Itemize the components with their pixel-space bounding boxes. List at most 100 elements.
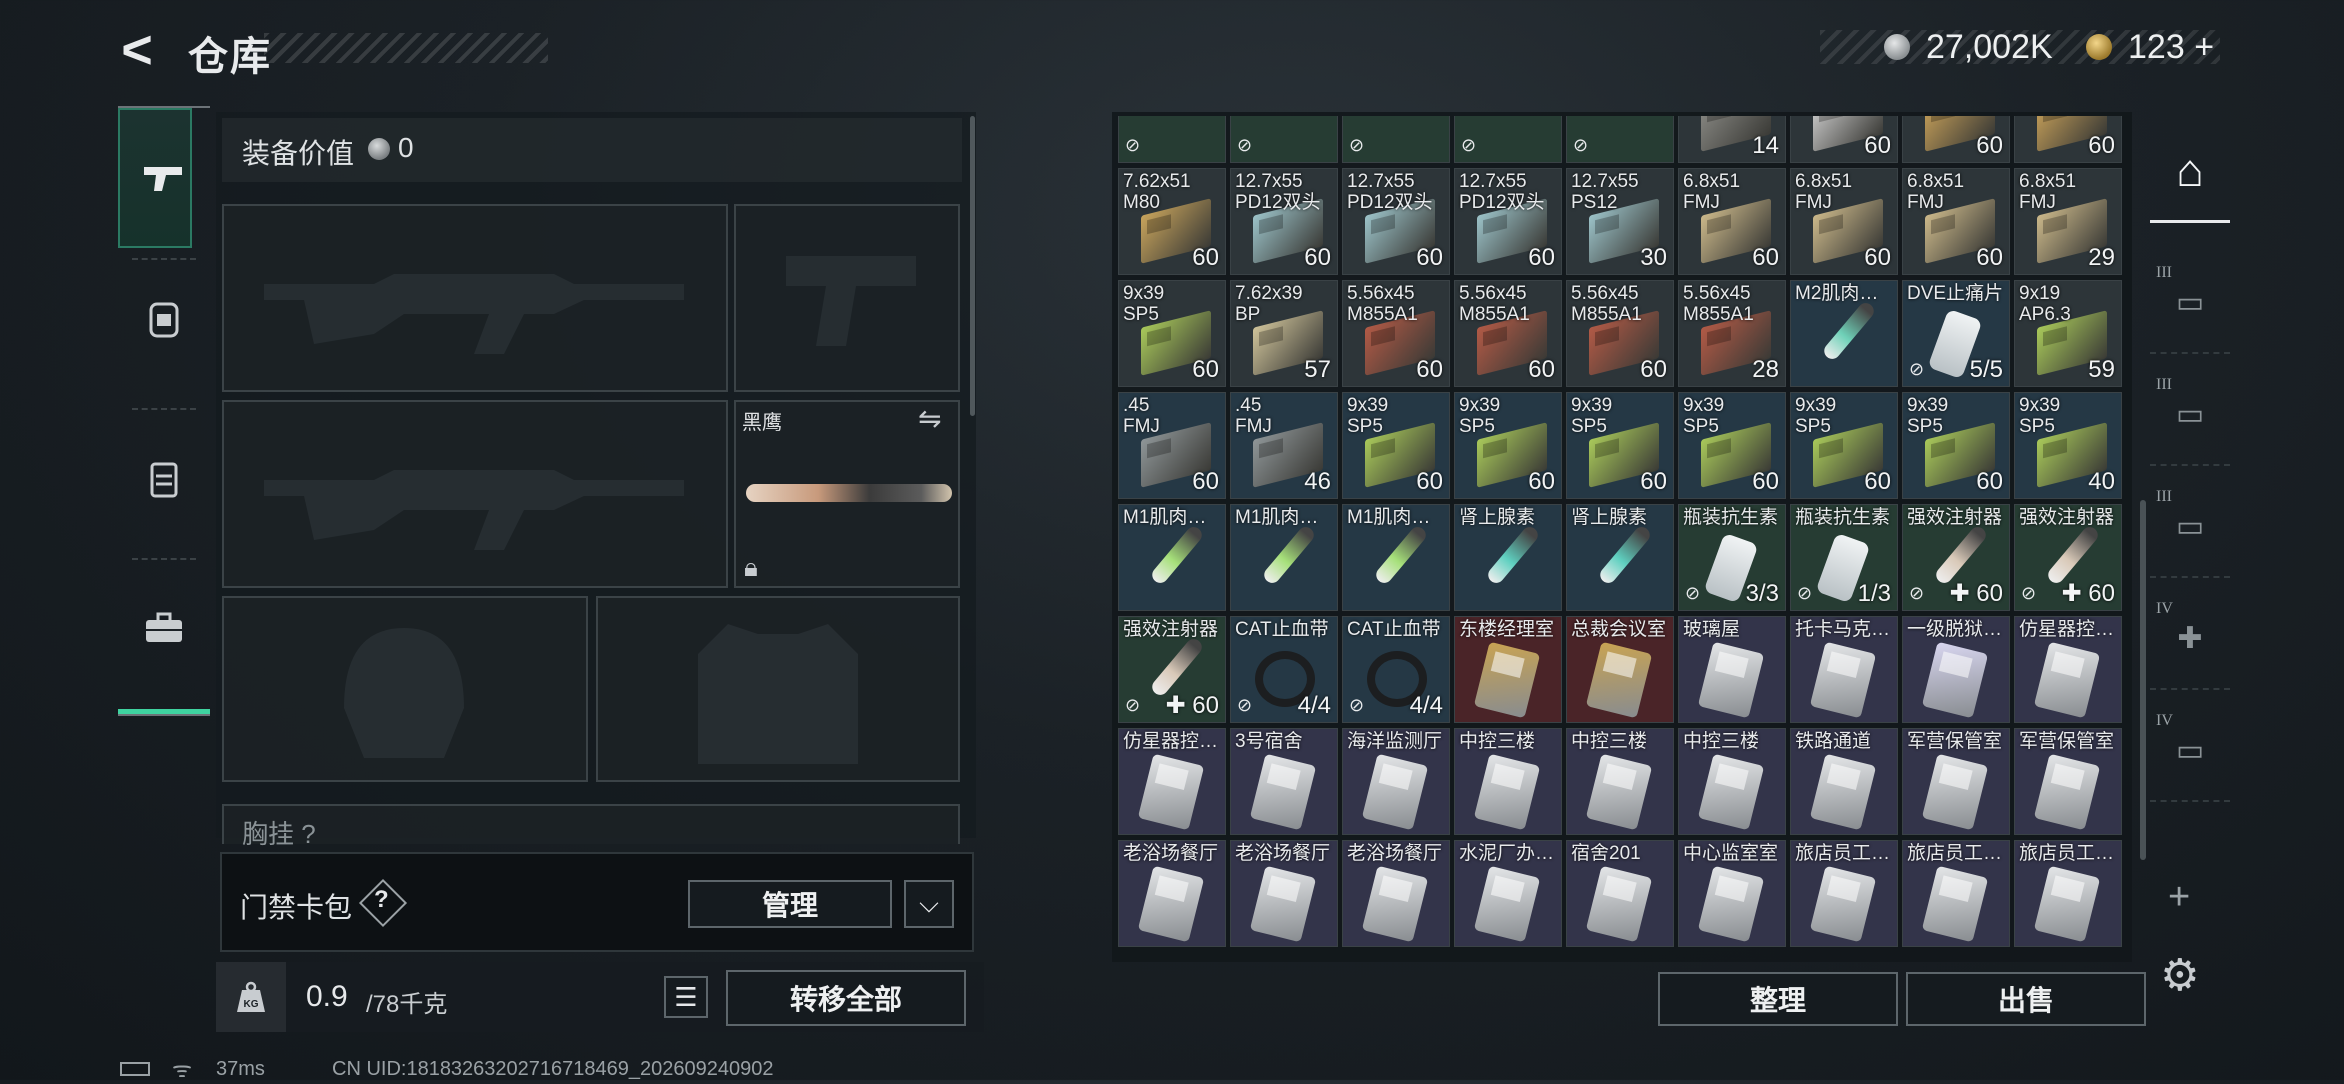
storage-item[interactable]: 强效注射器 ✚ 60 ⊘ (1902, 504, 2010, 611)
storage-item[interactable]: 强效注射器 ✚ 60 ⊘ (1118, 616, 1226, 723)
storage-item[interactable]: 9x39 SP5 60 (1678, 392, 1786, 499)
storage-item[interactable]: 中控三楼 (1678, 728, 1786, 835)
storage-item[interactable]: 托卡马克… (1790, 616, 1898, 723)
storage-item[interactable]: ⊘ (1566, 116, 1674, 163)
storage-item[interactable]: 东楼经理室 (1454, 616, 1562, 723)
storage-item[interactable]: 9x19 AP6.3 59 (2014, 280, 2122, 387)
equipment-scrollbar[interactable] (970, 116, 975, 416)
add-storage-icon[interactable]: + (2168, 876, 2190, 919)
storage-item[interactable]: 总裁会议室 (1566, 616, 1674, 723)
storage-item[interactable]: 14 (1678, 116, 1786, 163)
storage-item[interactable]: ⊘ (1230, 116, 1338, 163)
storage-item[interactable]: 军营保管室 (1902, 728, 2010, 835)
helmet-slot[interactable] (222, 596, 588, 782)
storage-item[interactable]: 3号宿舍 (1230, 728, 1338, 835)
storage-item[interactable]: 9x39 SP5 40 (2014, 392, 2122, 499)
armor-slot[interactable] (596, 596, 960, 782)
storage-item[interactable]: 海洋监测厅 (1342, 728, 1450, 835)
sell-button[interactable]: 出售 (1906, 972, 2146, 1026)
storage-item[interactable]: 老浴场餐厅 (1118, 840, 1226, 947)
chest-help-icon[interactable]: ? (301, 819, 315, 849)
storage-item[interactable]: 旅店员工… (2014, 840, 2122, 947)
storage-item[interactable]: 军营保管室 (2014, 728, 2122, 835)
backpack-icon[interactable] (118, 268, 210, 368)
storage-item[interactable]: 12.7x55 PD12双头 60 (1230, 168, 1338, 275)
storage-item[interactable]: 老浴场餐厅 (1342, 840, 1450, 947)
chevron-down-icon[interactable]: ⌵ (904, 880, 954, 928)
manage-button[interactable]: 管理 (688, 880, 892, 928)
storage-item[interactable]: M1肌肉… (1342, 504, 1450, 611)
vest-icon[interactable] (118, 428, 210, 528)
weapon-crate-icon[interactable]: III ▭ (2150, 252, 2230, 354)
storage-item[interactable]: 仿星器控… (2014, 616, 2122, 723)
storage-item[interactable]: ⊘ (1342, 116, 1450, 163)
storage-item[interactable]: 老浴场餐厅 (1230, 840, 1338, 947)
primary-weapon-slot[interactable] (222, 204, 728, 392)
storage-item[interactable]: 9x39 SP5 60 (1902, 392, 2010, 499)
storage-item[interactable]: 60 (2014, 116, 2122, 163)
storage-item[interactable]: 瓶装抗生素 3/3 ⊘ (1678, 504, 1786, 611)
storage-item[interactable]: 旅店员工… (1902, 840, 2010, 947)
medical-crate-icon[interactable]: IV ✚ (2150, 588, 2230, 690)
storage-item[interactable]: 6.8x51 FMJ 60 (1902, 168, 2010, 275)
storage-item[interactable]: M2肌肉… (1790, 280, 1898, 387)
storage-item[interactable]: M1肌肉… (1118, 504, 1226, 611)
storage-item[interactable]: M1肌肉… (1230, 504, 1338, 611)
storage-item[interactable]: 中控三楼 (1566, 728, 1674, 835)
storage-item[interactable]: ⊘ (1454, 116, 1562, 163)
storage-item[interactable]: 肾上腺素 (1454, 504, 1562, 611)
storage-item[interactable]: 9x39 SP5 60 (1454, 392, 1562, 499)
primary-weapon-slot-2[interactable] (222, 400, 728, 588)
storage-item[interactable]: .45 FMJ 60 (1118, 392, 1226, 499)
storage-item[interactable]: 肾上腺素 (1566, 504, 1674, 611)
swap-icon[interactable]: ⇋ (918, 402, 941, 435)
storage-icon[interactable]: ⌂ (2150, 120, 2230, 223)
storage-item[interactable]: 5.56x45 M855A1 60 (1566, 280, 1674, 387)
storage-item[interactable]: CAT止血带 4/4 ⊘ (1230, 616, 1338, 723)
storage-item[interactable]: 仿星器控… (1118, 728, 1226, 835)
storage-item[interactable]: .45 FMJ 46 (1230, 392, 1338, 499)
gold-balance[interactable]: 123 + (2128, 28, 2214, 67)
storage-item[interactable]: 6.8x51 FMJ 60 (1790, 168, 1898, 275)
storage-item[interactable]: 旅店员工… (1790, 840, 1898, 947)
storage-item[interactable]: 60 (1902, 116, 2010, 163)
storage-item[interactable]: 9x39 SP5 60 (1566, 392, 1674, 499)
storage-item[interactable]: 9x39 SP5 60 (1118, 280, 1226, 387)
back-arrow-icon[interactable]: < (112, 20, 162, 80)
storage-item[interactable]: DVE止痛片 5/5 ⊘ (1902, 280, 2010, 387)
storage-item[interactable]: 铁路通道 (1790, 728, 1898, 835)
list-icon[interactable]: ☰ (664, 976, 708, 1018)
storage-item[interactable]: 玻璃屋 (1678, 616, 1786, 723)
supply-crate-icon[interactable]: III ▭ (2150, 476, 2230, 578)
storage-item[interactable]: 60 (1790, 116, 1898, 163)
storage-item[interactable]: 中控三楼 (1454, 728, 1562, 835)
storage-item[interactable]: 12.7x55 PS12 30 (1566, 168, 1674, 275)
chest-rig-slot[interactable] (222, 804, 960, 844)
storage-item[interactable]: ⊘ (1118, 116, 1226, 163)
storage-item[interactable]: 5.56x45 M855A1 60 (1342, 280, 1450, 387)
storage-item[interactable]: 9x39 SP5 60 (1342, 392, 1450, 499)
storage-item[interactable]: 强效注射器 ✚ 60 ⊘ (2014, 504, 2122, 611)
ammo-crate-icon[interactable]: III ▭ (2150, 364, 2230, 466)
storage-item[interactable]: 宿舍201 (1566, 840, 1674, 947)
storage-item[interactable]: 一级脱狱… (1902, 616, 2010, 723)
storage-item[interactable]: CAT止血带 4/4 ⊘ (1342, 616, 1450, 723)
gear-icon[interactable]: ⚙ (2160, 950, 2199, 1001)
storage-item[interactable]: 5.56x45 M855A1 60 (1454, 280, 1562, 387)
storage-item[interactable]: 9x39 SP5 60 (1790, 392, 1898, 499)
storage-item[interactable]: 6.8x51 FMJ 60 (1678, 168, 1786, 275)
storage-item[interactable]: 5.56x45 M855A1 28 (1678, 280, 1786, 387)
secondary-weapon-slot[interactable] (734, 204, 960, 392)
storage-item[interactable]: 瓶装抗生素 1/3 ⊘ (1790, 504, 1898, 611)
transfer-all-button[interactable]: 转移全部 (726, 970, 966, 1026)
sort-button[interactable]: 整理 (1658, 972, 1898, 1026)
storage-item[interactable]: 水泥厂办… (1454, 840, 1562, 947)
storage-item[interactable]: 中心监室室 (1678, 840, 1786, 947)
doc-crate-icon[interactable]: IV ▭ (2150, 700, 2230, 802)
storage-item[interactable]: 7.62x51 M80 60 (1118, 168, 1226, 275)
storage-item[interactable]: 12.7x55 PD12双头 60 (1342, 168, 1450, 275)
briefcase-icon[interactable] (118, 578, 210, 678)
storage-scrollbar[interactable] (2140, 500, 2146, 860)
gold-add-icon[interactable]: + (2194, 28, 2214, 66)
storage-item[interactable]: 12.7x55 PD12双头 60 (1454, 168, 1562, 275)
